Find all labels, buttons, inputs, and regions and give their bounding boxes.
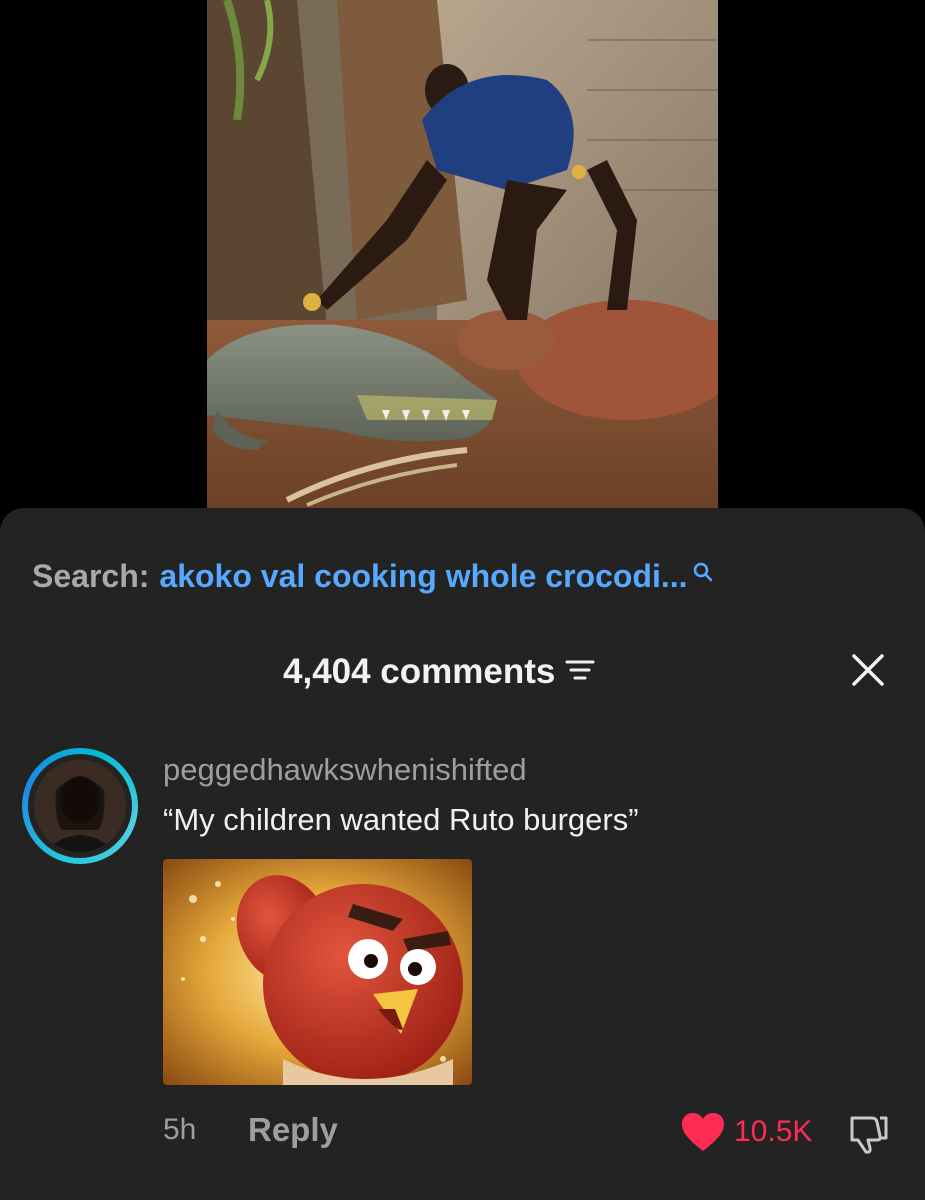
- avatar-border: [28, 754, 132, 858]
- close-icon: [852, 654, 884, 686]
- search-suggestion[interactable]: Search: akoko val cooking whole crocodi.…: [32, 556, 714, 596]
- video-frame: [207, 0, 718, 508]
- avatar[interactable]: [22, 748, 138, 864]
- comments-sheet: Search: akoko val cooking whole crocodi.…: [0, 508, 925, 1200]
- heart-icon: [682, 1113, 724, 1151]
- dislike-button[interactable]: [846, 1112, 890, 1156]
- close-button[interactable]: [848, 650, 888, 690]
- search-query-link[interactable]: akoko val cooking whole crocodi...: [159, 558, 687, 595]
- search-label: Search:: [32, 557, 150, 594]
- video-player[interactable]: [207, 0, 718, 508]
- search-icon[interactable]: [692, 554, 714, 591]
- comments-header: 4,404 comments: [0, 650, 925, 694]
- comment-attached-image[interactable]: [163, 859, 472, 1085]
- thumbs-down-icon: [850, 1116, 888, 1154]
- like-count: 10.5K: [734, 1115, 813, 1148]
- sort-filter-icon[interactable]: [565, 652, 595, 692]
- avatar-photo: [34, 760, 126, 852]
- comments-count-button[interactable]: 4,404 comments: [283, 652, 595, 692]
- reply-button[interactable]: Reply: [248, 1111, 338, 1149]
- comment-timestamp: 5h: [163, 1113, 197, 1146]
- comment-text: “My children wanted Ruto burgers”: [163, 802, 639, 837]
- like-button[interactable]: 10.5K: [680, 1110, 812, 1154]
- comment-username[interactable]: peggedhawkswhenishifted: [163, 752, 527, 788]
- comments-count-label: 4,404 comments: [283, 652, 556, 691]
- comment-actions: 5h Reply 10.5K: [0, 1108, 925, 1158]
